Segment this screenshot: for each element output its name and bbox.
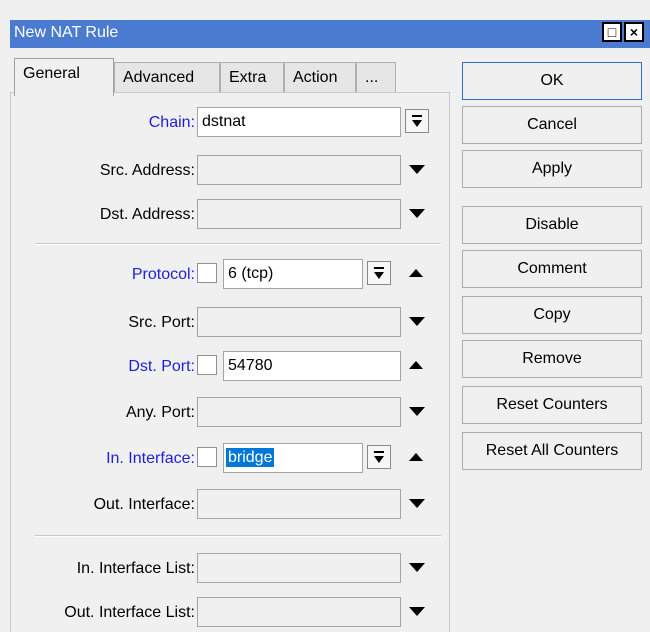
dropdown-arrow-icon — [374, 272, 384, 279]
chain-dropdown-button[interactable] — [405, 109, 429, 133]
copy-button[interactable]: Copy — [462, 296, 642, 334]
disable-button[interactable]: Disable — [462, 206, 642, 244]
restore-icon[interactable]: □ — [602, 22, 622, 42]
src-address-field[interactable] — [197, 155, 401, 185]
collapse-arrow-icon[interactable] — [409, 361, 423, 369]
dst-address-label: Dst. Address: — [99, 206, 195, 223]
dst-port-value: 54780 — [228, 357, 273, 374]
expand-arrow-icon[interactable] — [409, 317, 425, 326]
expand-arrow-icon[interactable] — [409, 563, 425, 572]
out-interface-row: Out. Interface: — [11, 489, 451, 523]
dropdown-arrow-icon — [412, 120, 422, 127]
out-interface-list-label: Out. Interface List: — [64, 604, 195, 621]
src-address-label: Src. Address: — [99, 162, 195, 179]
dst-port-label: Dst. Port: — [128, 358, 195, 375]
dropdown-arrow-icon — [374, 456, 384, 463]
any-port-field[interactable] — [197, 397, 401, 427]
separator — [35, 243, 441, 245]
dst-address-row: Dst. Address: — [11, 199, 451, 233]
tab-action[interactable]: Action — [284, 62, 356, 94]
nat-rule-window: New NAT Rule □ × General Advanced Extra … — [0, 0, 650, 632]
out-interface-field[interactable] — [197, 489, 401, 519]
out-interface-list-row: Out. Interface List: — [11, 597, 451, 631]
expand-arrow-icon[interactable] — [409, 165, 425, 174]
general-panel: Chain: dstnat Src. Address: Dst. Address… — [10, 92, 450, 632]
apply-button[interactable]: Apply — [462, 150, 642, 188]
separator — [35, 535, 441, 537]
any-port-label: Any. Port: — [125, 404, 195, 421]
protocol-field[interactable]: 6 (tcp) — [223, 259, 363, 289]
expand-arrow-icon[interactable] — [409, 499, 425, 508]
dst-port-negate-checkbox[interactable] — [197, 355, 217, 375]
tab-extra[interactable]: Extra — [220, 62, 284, 94]
dst-port-field[interactable]: 54780 — [223, 351, 401, 381]
reset-all-counters-button[interactable]: Reset All Counters — [462, 432, 642, 470]
ok-button[interactable]: OK — [462, 62, 642, 100]
in-interface-dropdown-button[interactable] — [367, 445, 391, 469]
protocol-label: Protocol: — [131, 266, 195, 283]
chain-row: Chain: dstnat — [11, 107, 451, 141]
chain-value: dstnat — [202, 113, 246, 130]
src-port-field[interactable] — [197, 307, 401, 337]
dst-address-field[interactable] — [197, 199, 401, 229]
title-bar[interactable]: New NAT Rule □ × — [10, 20, 650, 48]
in-interface-list-row: In. Interface List: — [11, 553, 451, 587]
chain-label: Chain: — [148, 114, 195, 131]
out-interface-list-field[interactable] — [197, 597, 401, 627]
in-interface-list-label: In. Interface List: — [76, 560, 195, 577]
collapse-arrow-icon[interactable] — [409, 453, 423, 461]
in-interface-negate-checkbox[interactable] — [197, 447, 217, 467]
in-interface-label: In. Interface: — [106, 450, 195, 467]
tab-more[interactable]: ... — [356, 62, 396, 94]
out-interface-label: Out. Interface: — [93, 496, 195, 513]
dropdown-bar-icon — [374, 267, 384, 269]
protocol-value: 6 (tcp) — [228, 265, 274, 282]
src-port-row: Src. Port: — [11, 307, 451, 341]
dropdown-bar-icon — [412, 115, 422, 117]
cancel-button[interactable]: Cancel — [462, 106, 642, 144]
src-address-row: Src. Address: — [11, 155, 451, 189]
in-interface-value: bridge — [226, 448, 275, 467]
in-interface-list-field[interactable] — [197, 553, 401, 583]
src-port-label: Src. Port: — [128, 314, 195, 331]
comment-button[interactable]: Comment — [462, 250, 642, 288]
any-port-row: Any. Port: — [11, 397, 451, 431]
dropdown-bar-icon — [374, 451, 384, 453]
expand-arrow-icon[interactable] — [409, 407, 425, 416]
protocol-dropdown-button[interactable] — [367, 261, 391, 285]
expand-arrow-icon[interactable] — [409, 607, 425, 616]
close-icon[interactable]: × — [624, 22, 644, 42]
remove-button[interactable]: Remove — [462, 340, 642, 378]
expand-arrow-icon[interactable] — [409, 209, 425, 218]
in-interface-row: In. Interface: bridge — [11, 443, 451, 477]
window-title: New NAT Rule — [14, 24, 119, 41]
protocol-negate-checkbox[interactable] — [197, 263, 217, 283]
protocol-row: Protocol: 6 (tcp) — [11, 259, 451, 293]
collapse-arrow-icon[interactable] — [409, 269, 423, 277]
in-interface-field[interactable]: bridge — [223, 443, 363, 473]
reset-counters-button[interactable]: Reset Counters — [462, 386, 642, 424]
tab-advanced[interactable]: Advanced — [114, 62, 220, 94]
chain-field[interactable]: dstnat — [197, 107, 401, 137]
tab-general[interactable]: General — [14, 58, 114, 96]
dst-port-row: Dst. Port: 54780 — [11, 351, 451, 385]
